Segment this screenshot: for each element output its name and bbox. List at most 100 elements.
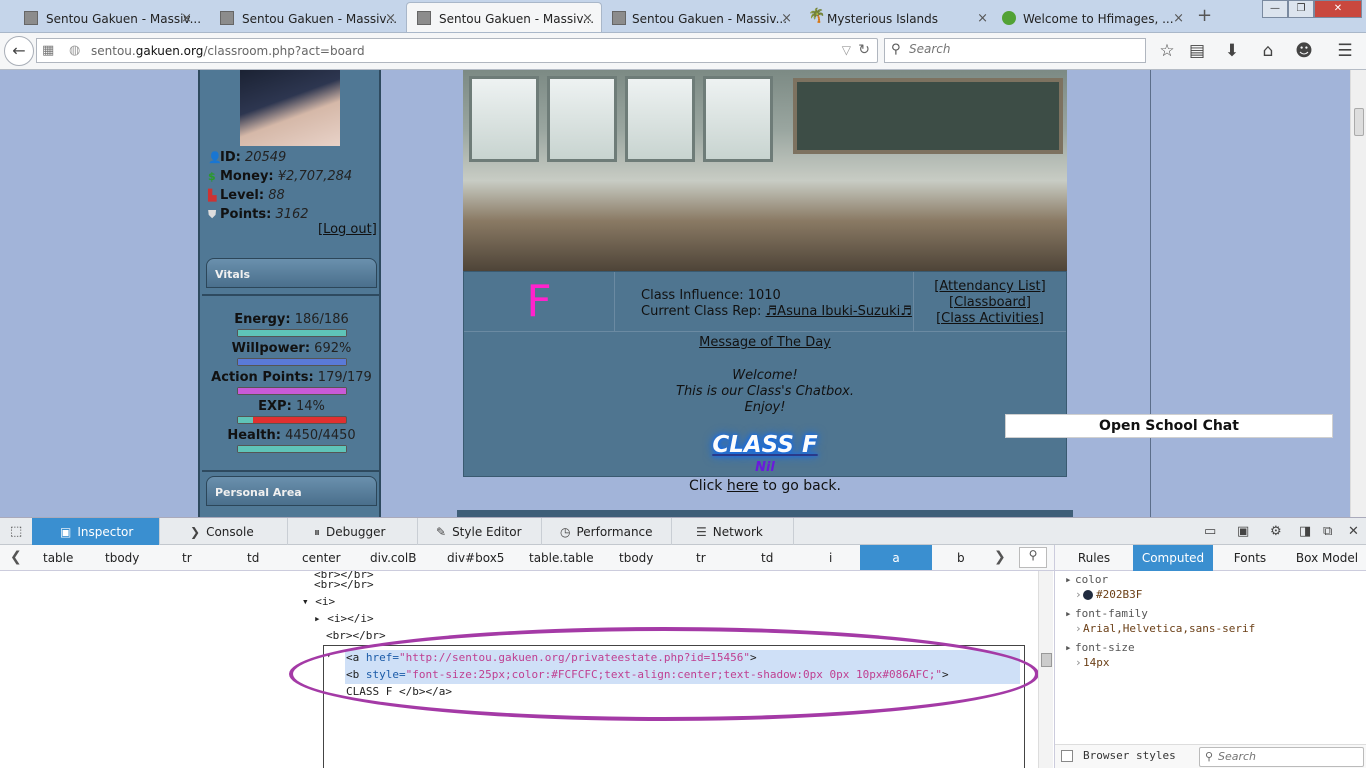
responsive-icon[interactable]: ▣	[1237, 524, 1249, 539]
browser-tab-active[interactable]: Sentou Gakuen - Massiv... ×	[406, 2, 602, 32]
breadcrumb-item[interactable]: tr	[182, 551, 192, 565]
vitals-heading[interactable]: Vitals	[206, 258, 377, 288]
breadcrumb-item[interactable]: div.colB	[370, 551, 416, 565]
home-icon[interactable]: ⌂	[1257, 41, 1279, 63]
tab-box-model[interactable]: Box Model	[1287, 545, 1366, 571]
markup-line[interactable]: ▸ <i></i>	[314, 612, 374, 625]
class-links-cell: [Attendancy List] [Classboard] [Class Ac…	[914, 272, 1066, 332]
logout-link[interactable]: [Log out]	[318, 222, 377, 237]
browser-styles-checkbox[interactable]	[1061, 750, 1073, 762]
search-box[interactable]: ⚲	[884, 38, 1146, 63]
browser-tab[interactable]: Sentou Gakuen - Massiv... ×	[0, 3, 200, 33]
browser-tab[interactable]: Welcome to Hfimages, ... ×	[996, 3, 1192, 33]
expand-arrow-icon[interactable]: ▸	[1065, 573, 1075, 586]
dock-side-icon[interactable]: ◨	[1299, 524, 1311, 539]
chevron-left-icon[interactable]: ❮	[10, 549, 22, 565]
personal-area-heading[interactable]: Personal Area	[206, 476, 377, 506]
close-devtools-icon[interactable]: ✕	[1348, 524, 1359, 539]
open-school-chat-button[interactable]: Open School Chat	[1005, 414, 1333, 438]
close-tab-icon[interactable]: ×	[181, 11, 192, 26]
computed-prop[interactable]: ▸ color	[1065, 573, 1108, 586]
breadcrumb-item-selected[interactable]: a	[860, 545, 932, 570]
close-tab-icon[interactable]: ×	[385, 11, 396, 26]
tab-label: Debugger	[326, 525, 386, 539]
computed-search-box[interactable]: ⚲	[1199, 747, 1364, 767]
collapse-arrow-icon[interactable]: ▸	[314, 612, 327, 625]
tab-inspector[interactable]: ▣ Inspector	[32, 518, 160, 546]
computed-prop[interactable]: ▸ font-family	[1065, 607, 1148, 620]
computed-prop[interactable]: ▸ font-size	[1065, 641, 1135, 654]
markup-line[interactable]: <br></br>	[314, 578, 374, 591]
close-tab-icon[interactable]: ×	[1173, 11, 1184, 26]
tab-title: Sentou Gakuen - Massiv...	[46, 12, 200, 26]
breadcrumb-item[interactable]: td	[247, 551, 259, 565]
expand-arrow-icon[interactable]: ▸	[1065, 641, 1075, 654]
tab-title: Sentou Gakuen - Massiv...	[632, 12, 788, 26]
markup-scrollbar[interactable]	[1038, 571, 1053, 768]
class-activities-link[interactable]: [Class Activities]	[936, 311, 1044, 326]
tab-fonts[interactable]: Fonts	[1213, 545, 1287, 571]
url-text[interactable]: sentou.gakuen.org/classroom.php?act=boar…	[91, 44, 365, 58]
breadcrumb-item[interactable]: tbody	[619, 551, 653, 565]
page-scrollbar[interactable]	[1350, 70, 1366, 517]
maximize-button[interactable]: ❐	[1288, 0, 1314, 18]
settings-gear-icon[interactable]: ⚙	[1270, 524, 1282, 539]
tab-computed[interactable]: Computed	[1133, 545, 1213, 571]
close-tab-icon[interactable]: ×	[781, 11, 792, 26]
markup-line[interactable]: <br></br>	[326, 629, 386, 642]
expand-arrow-icon[interactable]: ▸	[1065, 607, 1075, 620]
breadcrumb-item[interactable]: table	[43, 551, 73, 565]
expand-arrow-icon[interactable]: ▾	[302, 595, 315, 608]
search-input[interactable]	[909, 42, 1139, 56]
dropdown-icon[interactable]: ▽	[842, 43, 851, 57]
search-icon[interactable]: ⚲	[1019, 547, 1047, 568]
star-icon[interactable]: ☆	[1156, 41, 1178, 63]
class-f-text: CLASS F	[712, 432, 818, 458]
breadcrumb-item[interactable]: center	[302, 551, 341, 565]
close-tab-icon[interactable]: ×	[977, 11, 988, 26]
close-tab-icon[interactable]: ×	[582, 11, 593, 26]
browser-tab[interactable]: 🌴 Mysterious Islands ×	[800, 3, 996, 33]
history-icon[interactable]: ▦	[42, 43, 54, 58]
breadcrumb-item[interactable]: td	[761, 551, 773, 565]
minimize-button[interactable]: —	[1262, 0, 1288, 18]
breadcrumb-item[interactable]: table.table	[529, 551, 594, 565]
tab-console[interactable]: ❯ Console	[160, 518, 288, 546]
breadcrumb-item[interactable]: tr	[696, 551, 706, 565]
scrollbar-thumb[interactable]	[1354, 108, 1364, 136]
smiley-icon[interactable]: ☻	[1293, 41, 1315, 63]
browser-tab[interactable]: Sentou Gakuen - Massiv... ×	[604, 3, 800, 33]
tab-style-editor[interactable]: ✎ Style Editor	[418, 518, 542, 546]
computed-search-input[interactable]	[1218, 750, 1358, 763]
breadcrumb-item[interactable]: div#box5	[447, 551, 504, 565]
classboard-link[interactable]: [Classboard]	[949, 295, 1031, 310]
breadcrumb-item[interactable]: i	[829, 551, 832, 565]
reload-icon[interactable]: ↻	[858, 42, 870, 58]
menu-icon[interactable]: ☰	[1334, 41, 1356, 63]
markup-line[interactable]: ▾ <i>	[302, 595, 335, 608]
color-swatch[interactable]	[1083, 590, 1093, 600]
class-rep-link[interactable]: ♬Asuna Ibuki-Suzuki♬	[766, 304, 912, 319]
tab-performance[interactable]: ◷ Performance	[542, 518, 672, 546]
split-console-icon[interactable]: ▭	[1204, 524, 1216, 539]
scrollbar-thumb[interactable]	[1041, 653, 1052, 667]
attendancy-list-link[interactable]: [Attendancy List]	[934, 279, 1045, 294]
new-tab-button[interactable]: +	[1197, 5, 1212, 26]
browser-tab[interactable]: Sentou Gakuen - Massiv... ×	[196, 3, 404, 33]
download-icon[interactable]: ⬇	[1221, 41, 1243, 63]
url-bar[interactable]: ▦ ◍ sentou.gakuen.org/classroom.php?act=…	[36, 38, 878, 63]
tab-rules[interactable]: Rules	[1055, 545, 1133, 571]
breadcrumb-item[interactable]: tbody	[105, 551, 139, 565]
back-button[interactable]: ←	[4, 36, 34, 66]
breadcrumb-item[interactable]: b	[957, 551, 965, 565]
pick-element-icon[interactable]: ⬚	[10, 524, 22, 539]
go-back-link[interactable]: here	[727, 478, 759, 494]
tab-debugger[interactable]: ⏸ Debugger	[288, 518, 418, 546]
chevron-right-icon[interactable]: ❯	[994, 549, 1006, 565]
close-window-button[interactable]: ✕	[1314, 0, 1362, 18]
reading-list-icon[interactable]: ▤	[1186, 41, 1208, 63]
class-f-link[interactable]: CLASS F	[464, 432, 1066, 458]
tab-network[interactable]: ☰ Network	[672, 518, 794, 546]
separate-window-icon[interactable]: ⧉	[1323, 524, 1332, 539]
go-back-post: to go back.	[758, 478, 841, 494]
